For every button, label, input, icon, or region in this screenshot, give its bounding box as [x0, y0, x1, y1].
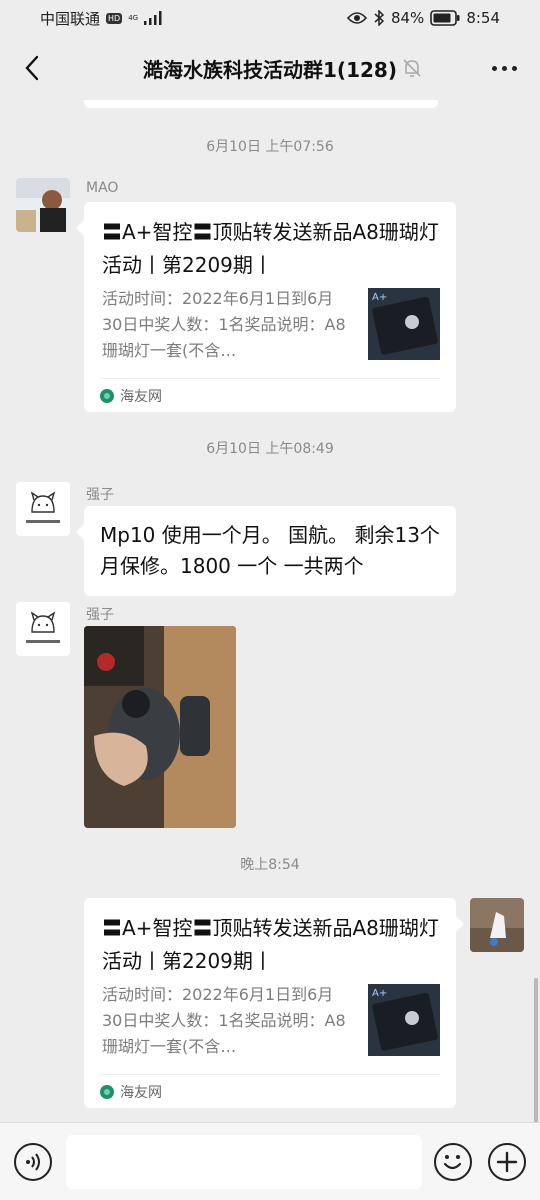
chevron-left-icon: [25, 55, 39, 81]
card-title: 〓A+智控〓顶贴转发送新品A8珊瑚灯活动丨第2209期丨: [102, 220, 439, 277]
chat-title[interactable]: 澔海水族科技活动群1(128): [143, 58, 397, 82]
voice-input-button[interactable]: [14, 1143, 52, 1181]
avatar-photo: [16, 178, 70, 232]
card-thumbnail: A+: [368, 984, 440, 1056]
avatar-photo: [470, 898, 524, 952]
source-name: 海友网: [120, 389, 162, 405]
eye-icon: [346, 12, 367, 24]
source-name: 海友网: [120, 1085, 162, 1101]
network-type: 4G: [128, 13, 139, 22]
message-input[interactable]: [66, 1135, 422, 1189]
more-functions-button[interactable]: [488, 1143, 526, 1181]
mute-bell-icon: [403, 59, 421, 77]
battery-icon: [430, 10, 460, 26]
card-title: 〓A+智控〓顶贴转发送新品A8珊瑚灯活动丨第2209期丨: [102, 916, 439, 973]
back-button[interactable]: [14, 50, 50, 86]
signal-icon: [144, 11, 162, 25]
avatar-qiangzi[interactable]: [16, 602, 70, 656]
card-divider: [100, 378, 440, 379]
cat-avatar-icon: [16, 482, 70, 536]
carrier-label: 中国联通: [40, 9, 101, 28]
timestamp: 6月10日 上午08:49: [206, 441, 334, 457]
previous-message-bubble: [84, 100, 438, 108]
status-left: 中国联通 HD 4G: [40, 8, 162, 29]
card-source: 海友网: [100, 1082, 162, 1102]
timestamp: 晚上8:54: [240, 857, 300, 873]
cat-avatar-icon: [16, 602, 70, 656]
chat-header: 澔海水族科技活动群1(128): [0, 36, 540, 100]
input-bar: [0, 1122, 540, 1200]
source-logo-icon: [100, 389, 114, 403]
more-options-button[interactable]: [486, 52, 522, 84]
card-thumbnail: A+: [368, 288, 440, 360]
sender-name: MAO: [86, 180, 119, 196]
photo-pump-in-hand: [84, 626, 236, 828]
text-message[interactable]: Mp10 使用一个月。 国航。 剩余13个月保修。1800 一个 一共两个: [76, 506, 456, 596]
clock: 8:54: [466, 9, 500, 27]
voice-icon: [26, 1153, 40, 1171]
message-list[interactable]: 6月10日 上午07:56 MAO 〓A+智控〓顶贴转发送新品A8珊瑚灯活动丨第…: [0, 100, 540, 1122]
card-source: 海友网: [100, 386, 162, 406]
avatar-self[interactable]: [470, 898, 524, 952]
source-logo-icon: [100, 1085, 114, 1099]
card-description: 活动时间：2022年6月1日到6月30日中奖人数：1名奖品说明：A8珊瑚灯一套(…: [102, 985, 346, 1056]
avatar-mao[interactable]: [16, 178, 70, 232]
battery-percent: 84%: [390, 9, 425, 27]
bluetooth-icon: [374, 10, 385, 26]
hd-badge: HD: [106, 12, 123, 24]
card-divider: [100, 1074, 440, 1075]
plus-icon: [496, 1151, 518, 1173]
scrollbar[interactable]: [534, 978, 538, 1122]
smiley-icon: [443, 1155, 462, 1170]
link-card[interactable]: 〓A+智控〓顶贴转发送新品A8珊瑚灯活动丨第2209期丨 活动时间：2022年6…: [76, 202, 456, 412]
sender-name: 强子: [86, 607, 114, 623]
status-bar: 中国联通 HD 4G 84% 8:54: [0, 0, 540, 36]
sender-name: 强子: [86, 487, 114, 503]
emoji-button[interactable]: [434, 1143, 472, 1181]
status-right: 84% 8:54: [346, 9, 500, 27]
image-message[interactable]: [84, 626, 236, 828]
link-card[interactable]: 〓A+智控〓顶贴转发送新品A8珊瑚灯活动丨第2209期丨 活动时间：2022年6…: [84, 898, 464, 1108]
thumb-logo-text: A+: [372, 292, 387, 303]
avatar-qiangzi[interactable]: [16, 482, 70, 536]
card-description: 活动时间：2022年6月1日到6月30日中奖人数：1名奖品说明：A8珊瑚灯一套(…: [102, 289, 346, 360]
thumb-logo-text: A+: [372, 988, 387, 999]
timestamp: 6月10日 上午07:56: [206, 139, 334, 155]
